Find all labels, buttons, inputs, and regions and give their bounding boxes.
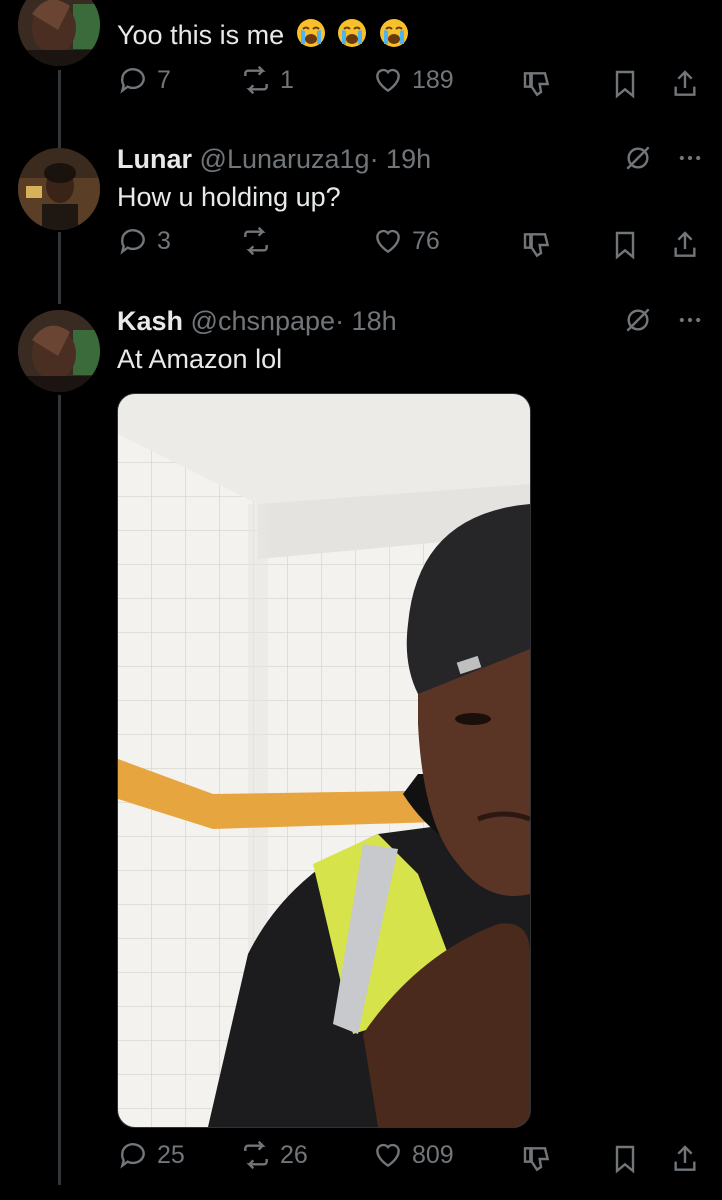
avatar[interactable]	[18, 310, 100, 392]
like-count: 809	[412, 1140, 454, 1169]
share-icon	[674, 1145, 696, 1171]
reply-icon	[120, 229, 145, 255]
thread-line	[58, 232, 61, 304]
repost-button[interactable]: 1	[240, 64, 294, 96]
more-options-icon[interactable]	[676, 306, 704, 334]
share-button[interactable]	[665, 225, 705, 265]
tweet-text-content: Yoo this is me	[117, 20, 285, 50]
share-icon	[674, 231, 696, 257]
tweet-photo[interactable]	[117, 393, 531, 1128]
reply-button[interactable]: 3	[117, 225, 171, 257]
bookmark-button[interactable]	[605, 225, 645, 265]
avatar[interactable]	[18, 148, 100, 230]
more-options-icon[interactable]	[676, 144, 704, 172]
crying-emoji-icon	[337, 18, 367, 48]
display-name[interactable]: Kash	[117, 306, 183, 336]
reply-button[interactable]: 7	[117, 64, 171, 96]
tweet-actions: 7 1 189	[117, 64, 704, 104]
reply-count: 3	[157, 226, 171, 255]
tweet-text: At Amazon lol	[117, 344, 283, 374]
repost-count: 1	[280, 65, 294, 94]
reply-icon	[120, 1143, 145, 1169]
bookmark-icon	[615, 231, 635, 260]
tweet-top-actions	[622, 304, 704, 336]
downvote-icon	[523, 72, 550, 97]
handle[interactable]: @Lunaruza1g	[200, 144, 370, 174]
crying-emoji-icon	[379, 18, 409, 48]
repost-count: 26	[280, 1140, 308, 1169]
share-icon	[674, 70, 696, 96]
timestamp[interactable]: · 19h	[370, 144, 432, 174]
reply-count: 25	[157, 1140, 185, 1169]
downvote-icon	[523, 233, 550, 258]
bookmark-button[interactable]	[605, 1139, 645, 1179]
timestamp[interactable]: · 18h	[335, 306, 397, 336]
tweet-header: Kash @chsnpape· 18h	[117, 306, 397, 337]
heart-icon	[376, 1143, 400, 1168]
repost-button[interactable]: 26	[240, 1139, 308, 1171]
tweet-top-actions	[622, 142, 704, 174]
heart-icon	[376, 68, 400, 93]
tweet-actions: 25 26 809	[117, 1139, 704, 1179]
like-button[interactable]: 76	[372, 225, 440, 257]
repost-icon	[244, 1140, 268, 1170]
handle[interactable]: @chsnpape	[191, 306, 336, 336]
display-name[interactable]: Lunar	[117, 144, 192, 174]
downvote-button[interactable]	[517, 225, 557, 265]
heart-icon	[376, 229, 400, 254]
bookmark-button[interactable]	[605, 64, 645, 104]
repost-icon	[244, 65, 268, 95]
tweet-text: Yoo this is me	[117, 18, 409, 51]
like-count: 76	[412, 226, 440, 255]
downvote-button[interactable]	[517, 64, 557, 104]
share-button[interactable]	[665, 64, 705, 104]
downvote-button[interactable]	[517, 1139, 557, 1179]
tweet-actions: 3 76	[117, 225, 704, 265]
share-button[interactable]	[665, 1139, 705, 1179]
like-button[interactable]: 809	[372, 1139, 454, 1171]
grok-icon[interactable]	[622, 304, 654, 336]
like-button[interactable]: 189	[372, 64, 454, 96]
downvote-icon	[523, 1147, 550, 1172]
avatar[interactable]	[18, 0, 100, 66]
like-count: 189	[412, 65, 454, 94]
reply-icon	[120, 68, 145, 94]
tweet-header: Lunar @Lunaruza1g· 19h	[117, 144, 431, 175]
thread-line	[58, 395, 61, 1185]
crying-emoji-icon	[296, 18, 326, 48]
reply-count: 7	[157, 65, 171, 94]
bookmark-icon	[615, 1145, 635, 1174]
repost-button[interactable]	[240, 225, 280, 257]
thread-line	[58, 70, 61, 150]
grok-icon[interactable]	[622, 142, 654, 174]
tweet-text: How u holding up?	[117, 182, 341, 212]
bookmark-icon	[615, 70, 635, 99]
reply-button[interactable]: 25	[117, 1139, 185, 1171]
repost-icon	[244, 226, 268, 256]
